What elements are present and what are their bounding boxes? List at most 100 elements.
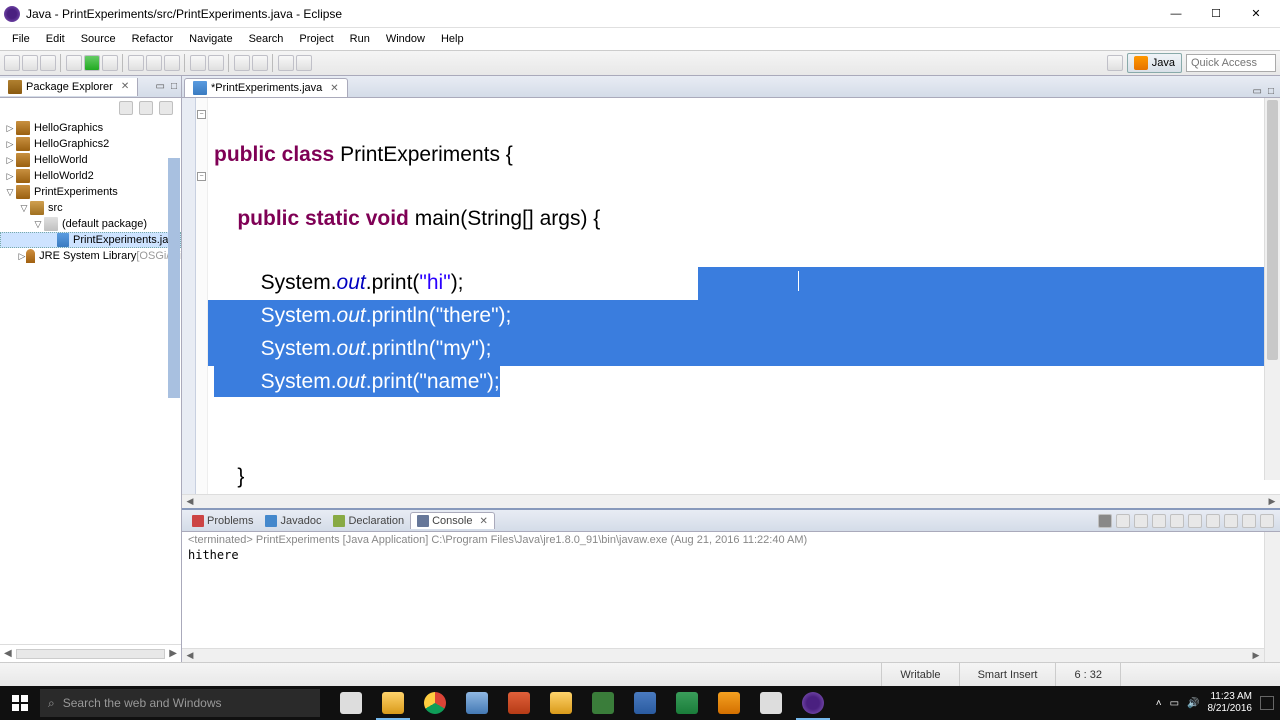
clear-console-icon[interactable] <box>1152 514 1166 528</box>
taskbar-app-notepad[interactable] <box>456 686 498 720</box>
tree-item-javafile[interactable]: PrintExperiments.java <box>0 232 181 248</box>
maximize-button[interactable]: ☐ <box>1196 0 1236 28</box>
tray-network-icon[interactable]: ▭ <box>1170 698 1179 709</box>
annotation-ruler[interactable] <box>182 98 196 494</box>
taskbar-app-powerpoint[interactable] <box>498 686 540 720</box>
minimize-view-icon[interactable]: ▭ <box>156 81 165 92</box>
java-perspective-button[interactable]: Java <box>1127 53 1182 73</box>
menu-window[interactable]: Window <box>378 31 433 47</box>
nav-left-icon[interactable]: ◀ <box>4 648 12 659</box>
project-tree[interactable]: ▷HelloGraphics ▷HelloGraphics2 ▷HelloWor… <box>0 118 181 644</box>
toggle-mark-icon[interactable] <box>208 55 224 71</box>
tray-volume-icon[interactable]: 🔊 <box>1187 698 1199 709</box>
close-button[interactable]: ✕ <box>1236 0 1276 28</box>
menu-source[interactable]: Source <box>73 31 124 47</box>
tab-problems[interactable]: Problems <box>186 513 259 529</box>
package-explorer-tab[interactable]: Package Explorer ✕ <box>0 78 138 96</box>
maximize-editor-icon[interactable]: □ <box>1268 86 1274 97</box>
folding-ruler[interactable]: − − <box>196 98 208 494</box>
menu-project[interactable]: Project <box>291 31 341 47</box>
close-icon[interactable]: ✕ <box>479 516 487 527</box>
menu-run[interactable]: Run <box>342 31 378 47</box>
tree-item-project[interactable]: ▷HelloGraphics2 <box>0 136 181 152</box>
quick-access-input[interactable] <box>1186 54 1276 72</box>
task-view-button[interactable] <box>330 686 372 720</box>
menu-search[interactable]: Search <box>241 31 292 47</box>
save-all-icon[interactable] <box>40 55 56 71</box>
pin-console-icon[interactable] <box>1188 514 1202 528</box>
tab-javadoc[interactable]: Javadoc <box>259 513 327 529</box>
tree-item-jre[interactable]: ▷JRE System Library [OSGi/Mi <box>0 248 181 264</box>
terminate-icon[interactable] <box>1098 514 1112 528</box>
new-package-icon[interactable] <box>128 55 144 71</box>
tab-console[interactable]: Console✕ <box>410 512 495 529</box>
minimize-editor-icon[interactable]: ▭ <box>1253 86 1262 97</box>
open-perspective-icon[interactable] <box>1107 55 1123 71</box>
taskbar-app-calc[interactable] <box>750 686 792 720</box>
notifications-icon[interactable] <box>1260 696 1274 710</box>
start-button[interactable] <box>0 686 40 720</box>
taskbar-app-chrome[interactable] <box>414 686 456 720</box>
tray-chevron-icon[interactable]: ˄ <box>1156 698 1162 709</box>
horizontal-scrollbar[interactable] <box>16 649 166 659</box>
display-console-icon[interactable] <box>1206 514 1220 528</box>
remove-all-icon[interactable] <box>1134 514 1148 528</box>
remove-launch-icon[interactable] <box>1116 514 1130 528</box>
maximize-view-icon[interactable] <box>1260 514 1274 528</box>
menu-file[interactable]: File <box>4 31 38 47</box>
console-vertical-scrollbar[interactable] <box>1264 532 1280 662</box>
console-horizontal-scrollbar[interactable]: ◀▶ <box>182 648 1264 662</box>
taskbar-clock[interactable]: 11:23 AM 8/21/2016 <box>1208 691 1253 715</box>
menu-refactor[interactable]: Refactor <box>124 31 182 47</box>
prev-annotation-icon[interactable] <box>252 55 268 71</box>
new-icon[interactable] <box>4 55 20 71</box>
taskbar-app-explorer[interactable] <box>372 686 414 720</box>
tree-item-package[interactable]: ▽(default package) <box>0 216 181 232</box>
maximize-view-icon[interactable]: □ <box>171 81 177 92</box>
tree-item-project[interactable]: ▷HelloWorld <box>0 152 181 168</box>
tree-item-src[interactable]: ▽src <box>0 200 181 216</box>
system-tray[interactable]: ˄ ▭ 🔊 11:23 AM 8/21/2016 <box>1156 691 1280 715</box>
forward-icon[interactable] <box>296 55 312 71</box>
scroll-lock-icon[interactable] <box>1170 514 1184 528</box>
tree-item-project[interactable]: ▷HelloWorld2 <box>0 168 181 184</box>
taskbar-app-word[interactable] <box>624 686 666 720</box>
next-annotation-icon[interactable] <box>234 55 250 71</box>
view-menu-icon[interactable] <box>159 101 173 115</box>
fold-toggle-icon[interactable]: − <box>197 110 206 119</box>
new-class-icon[interactable] <box>146 55 162 71</box>
run-icon[interactable] <box>84 55 100 71</box>
menu-navigate[interactable]: Navigate <box>181 31 240 47</box>
taskbar-app-excel[interactable] <box>666 686 708 720</box>
taskbar-app-chrome2[interactable] <box>708 686 750 720</box>
tab-declaration[interactable]: Declaration <box>327 513 410 529</box>
tree-item-project[interactable]: ▽PrintExperiments <box>0 184 181 200</box>
minimize-view-icon[interactable] <box>1242 514 1256 528</box>
taskbar-app-folder[interactable] <box>540 686 582 720</box>
collapse-all-icon[interactable] <box>119 101 133 115</box>
taskbar-search-input[interactable]: ⌕ Search the web and Windows <box>40 689 320 717</box>
vertical-scrollbar[interactable] <box>1264 98 1280 480</box>
taskbar-app-greenfoot[interactable] <box>582 686 624 720</box>
save-icon[interactable] <box>22 55 38 71</box>
menu-help[interactable]: Help <box>433 31 472 47</box>
tree-item-project[interactable]: ▷HelloGraphics <box>0 120 181 136</box>
code-editor[interactable]: − − public class PrintExperiments { publ… <box>182 98 1280 494</box>
menu-edit[interactable]: Edit <box>38 31 73 47</box>
editor-tab[interactable]: *PrintExperiments.java ✕ <box>184 78 348 97</box>
close-icon[interactable]: ✕ <box>121 81 129 92</box>
horizontal-scrollbar[interactable]: ◀▶ <box>182 494 1280 508</box>
minimize-button[interactable]: — <box>1156 0 1196 28</box>
open-console-icon[interactable] <box>1224 514 1238 528</box>
taskbar-app-eclipse[interactable] <box>792 686 834 720</box>
open-type-icon[interactable] <box>164 55 180 71</box>
debug-icon[interactable] <box>66 55 82 71</box>
run-last-icon[interactable] <box>102 55 118 71</box>
fold-toggle-icon[interactable]: − <box>197 172 206 181</box>
close-tab-icon[interactable]: ✕ <box>330 83 338 94</box>
nav-right-icon[interactable]: ▶ <box>169 648 177 659</box>
link-editor-icon[interactable] <box>139 101 153 115</box>
back-icon[interactable] <box>278 55 294 71</box>
search-icon[interactable] <box>190 55 206 71</box>
console-output[interactable]: hithere <box>182 548 1264 648</box>
